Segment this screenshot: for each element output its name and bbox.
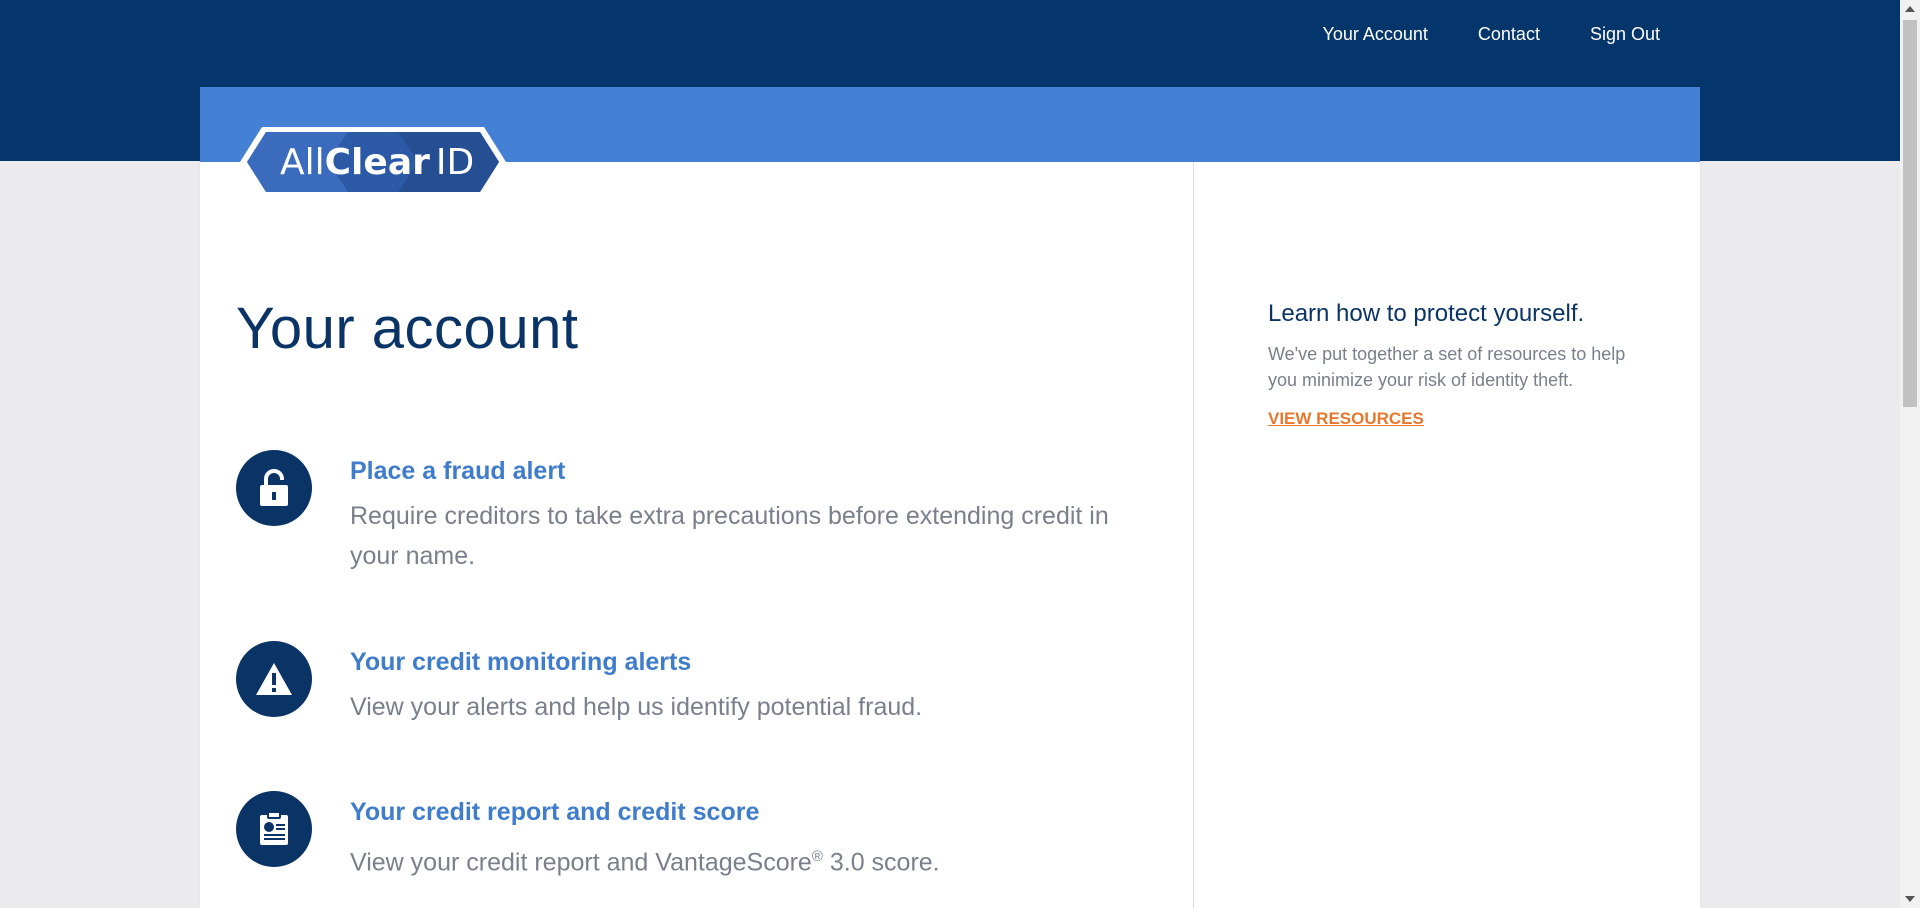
scrollbar-thumb[interactable] [1903,20,1917,407]
scroll-down-arrow-icon[interactable] [1900,890,1920,908]
credit-monitoring-item: Your credit monitoring alerts View your … [236,641,1136,751]
warning-icon[interactable] [236,641,312,717]
clipboard-report-icon[interactable] [236,791,312,867]
credit-report-description-suffix: 3.0 score. [822,848,940,877]
credit-report-description: View your credit report and VantageScore… [350,837,1110,882]
registered-mark: ® [811,848,823,865]
logo-text: AllClear ID [280,142,474,183]
lock-icon[interactable] [236,450,312,526]
fraud-alert-item: Place a fraud alert Require creditors to… [236,450,1136,570]
credit-report-description-text: View your credit report and VantageScore [350,848,812,877]
main-card: AllClear ID Your account Place a fraud al… [200,87,1700,908]
vertical-scrollbar[interactable] [1900,0,1920,908]
page-title: Your account [236,296,579,361]
credit-monitoring-alerts-link[interactable]: Your credit monitoring alerts [350,648,691,677]
credit-monitoring-description: View your alerts and help us identify po… [350,693,923,721]
place-fraud-alert-link[interactable]: Place a fraud alert [350,457,565,486]
top-navigation: Your Account Contact Sign Out [1322,24,1660,45]
credit-report-item: Your credit report and credit score View… [236,791,1136,901]
scroll-up-arrow-icon[interactable] [1900,0,1920,18]
credit-report-score-link[interactable]: Your credit report and credit score [350,798,759,827]
column-divider [1193,162,1194,908]
nav-contact-link[interactable]: Contact [1478,24,1540,45]
view-resources-link[interactable]: VIEW RESOURCES [1268,409,1424,429]
fraud-alert-description: Require creditors to take extra precauti… [350,502,1109,570]
aside-title: Learn how to protect yourself. [1268,300,1585,327]
nav-sign-out-link[interactable]: Sign Out [1590,24,1660,45]
nav-your-account-link[interactable]: Your Account [1322,24,1427,45]
aside-description: We've put together a set of resources to… [1268,344,1626,390]
allclear-id-logo[interactable]: AllClear ID [238,125,508,199]
